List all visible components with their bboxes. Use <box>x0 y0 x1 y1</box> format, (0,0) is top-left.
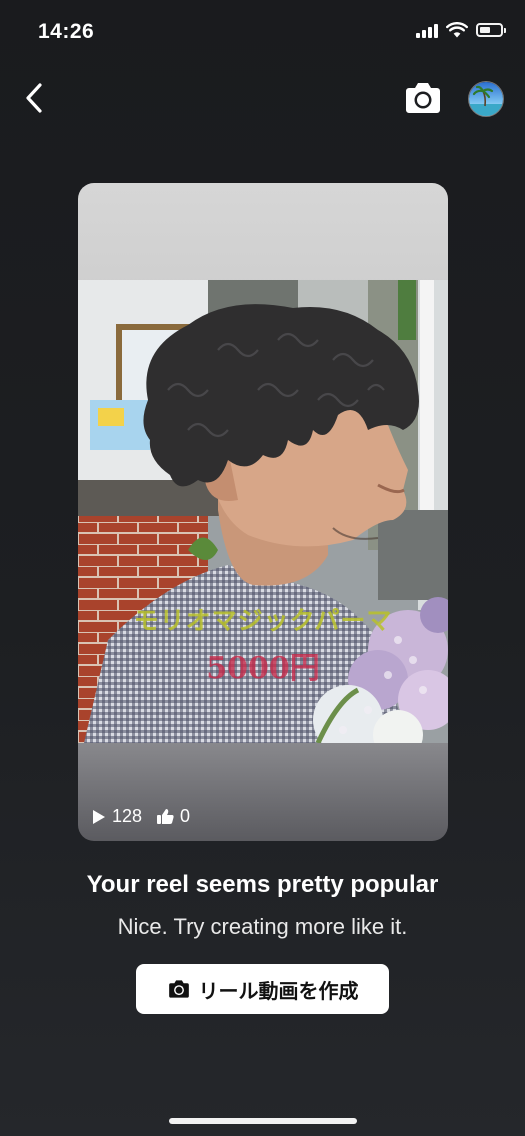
reel-overlay-price: 5000円 <box>206 651 320 686</box>
status-time: 14:26 <box>38 20 95 43</box>
camera-icon <box>406 83 440 113</box>
reel-preview-card[interactable]: モリオマジックパーマ 5000円 128 0 <box>78 183 448 841</box>
reel-overlay-title: モリオマジックパーマ <box>133 606 393 635</box>
home-indicator[interactable] <box>169 1118 357 1124</box>
reel-insights-screen: 14:26 モリオマジックパーマ 5000円 128 0 Your reel s… <box>0 0 525 1136</box>
subtext: Nice. Try creating more like it. <box>117 914 408 939</box>
plays-stat: 128 <box>92 806 142 827</box>
chevron-left-icon <box>26 83 42 113</box>
avatar-image <box>469 82 503 116</box>
profile-avatar[interactable] <box>468 81 504 117</box>
likes-count: 0 <box>180 806 191 826</box>
back-button[interactable] <box>16 78 52 118</box>
reel-stats: 128 0 <box>92 806 204 827</box>
likes-stat: 0 <box>156 806 190 827</box>
camera-button[interactable] <box>403 79 443 117</box>
battery-icon <box>476 23 506 37</box>
create-reel-button[interactable]: リール動画を作成 <box>136 964 389 1014</box>
wifi-icon <box>446 22 468 38</box>
signal-icon <box>416 23 438 38</box>
status-icons <box>416 22 506 38</box>
headline: Your reel seems pretty popular <box>86 871 439 898</box>
camera-icon <box>168 980 189 998</box>
play-icon <box>93 809 105 824</box>
status-bar: 14:26 <box>0 0 525 66</box>
plays-count: 128 <box>112 806 143 826</box>
thumbs-up-icon <box>157 809 174 824</box>
create-reel-label: リール動画を作成 <box>198 980 359 1003</box>
